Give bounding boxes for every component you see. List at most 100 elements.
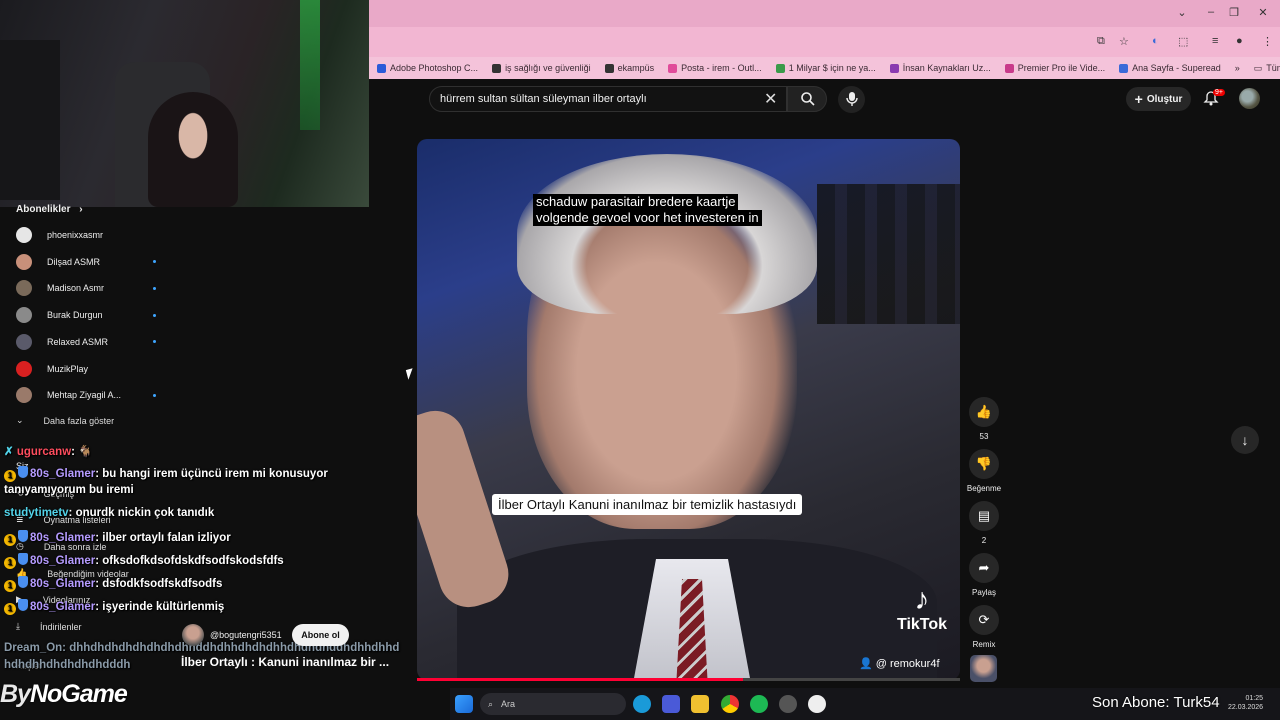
chrome-icon[interactable] — [721, 695, 739, 713]
puzzle-icon[interactable]: ⬚ — [1178, 35, 1188, 48]
all-bookmarks-folder[interactable]: ▭Tüm Yer İşaretleri — [1254, 63, 1280, 74]
new-content-dot — [153, 393, 156, 397]
spotify-icon[interactable] — [750, 695, 768, 713]
edge-icon[interactable] — [633, 695, 651, 713]
subscription-item[interactable]: Relaxed ASMR — [16, 332, 156, 352]
new-content-dot — [153, 286, 156, 290]
shorts-video-player[interactable]: schaduw parasitair bredere kaartje volge… — [417, 139, 960, 680]
tiktok-logo-text: TikTok — [896, 616, 948, 633]
notification-count-badge: 9+ — [1213, 89, 1225, 96]
comments-button[interactable]: ▤ — [969, 501, 999, 531]
chat-text: 🐐 — [78, 446, 93, 458]
file-explorer-icon[interactable] — [691, 695, 709, 713]
subscribe-button[interactable]: Abone ol — [292, 624, 349, 646]
search-icon: ⌕ — [488, 698, 494, 709]
bookmark-favicon-icon — [1004, 63, 1014, 73]
dislike-button[interactable]: 👎 — [969, 449, 999, 479]
subscription-item[interactable]: Burak Durgun — [16, 305, 156, 325]
channel-name[interactable]: @bogutengri5351 — [210, 630, 282, 640]
chevron-down-icon: ⌄ — [16, 415, 24, 425]
star-icon[interactable]: ☆ — [1119, 35, 1129, 48]
downloads-link[interactable]: ⤓ İndirilenler — [16, 621, 82, 632]
subscription-item[interactable]: Dilşad ASMR — [16, 252, 156, 272]
sub-badge-icon: 1 — [4, 470, 16, 482]
video-background-sign — [817, 184, 960, 324]
bookmark-item[interactable]: Premier Pro ile Vide... — [1004, 63, 1106, 73]
next-video-button[interactable]: ↓ — [1231, 426, 1259, 454]
bookmark-favicon-icon — [604, 63, 614, 73]
obs-icon[interactable] — [779, 695, 797, 713]
share-button[interactable]: ➦ — [969, 553, 999, 583]
bookmarks-overflow-button[interactable]: » — [1235, 63, 1240, 73]
chat-username: 80s_Glamer — [30, 601, 96, 613]
install-icon[interactable]: ⧉ — [1097, 35, 1105, 48]
channel-avatar — [16, 280, 32, 297]
chat-text: onurdk nickin çok tanıdık — [75, 507, 215, 519]
channel-avatar — [16, 307, 32, 324]
shield-badge-icon — [18, 466, 28, 478]
clear-search-icon[interactable]: ✕ — [764, 89, 777, 109]
close-button[interactable]: ✕ — [1253, 6, 1273, 19]
minimize-button[interactable]: – — [1201, 6, 1221, 18]
bookmark-favicon-icon — [492, 63, 502, 73]
reading-list-icon[interactable]: ≡ — [1212, 35, 1218, 47]
bookmark-item[interactable]: İnsan Kaynakları Uz... — [889, 63, 991, 73]
bookmark-item[interactable]: ekampüs — [604, 63, 654, 73]
chat-message: 1 80s_Glamer: ofksdofkdsofdskdfsodfskodsf… — [4, 553, 284, 569]
tiktok-note-icon: ♪ — [914, 583, 930, 616]
bookmark-item[interactable]: Adobe Photoshop C... — [377, 63, 478, 73]
profile-icon[interactable]: ● — [1236, 35, 1243, 47]
bookmark-item[interactable]: Ana Sayfa - Superead — [1119, 63, 1221, 73]
channel-avatar — [16, 360, 32, 377]
video-progress-fill — [417, 678, 743, 681]
new-content-dot — [153, 340, 156, 344]
menu-icon[interactable]: ⋮ — [1262, 35, 1273, 48]
chat-message: 1 80s_Glamer: ilber ortaylı falan izliyor — [4, 530, 231, 546]
windows-start-icon[interactable] — [455, 695, 473, 713]
bookmark-label: iş sağlığı ve güvenliği — [505, 63, 591, 73]
search-icon — [801, 92, 815, 106]
subscription-name: Burak Durgun — [47, 310, 103, 321]
search-button[interactable] — [787, 86, 827, 112]
bookmark-favicon-icon — [775, 63, 785, 73]
like-button[interactable]: 👍 — [969, 397, 999, 427]
bookmark-item[interactable]: Posta - irem - Outl... — [668, 63, 762, 73]
store-icon[interactable] — [662, 695, 680, 713]
video-title[interactable]: İlber Ortaylı : Kanuni inanılmaz bir ... — [181, 655, 389, 669]
show-more-label: Daha fazla göster — [43, 415, 115, 426]
subscriptions-heading[interactable]: Abonelikler › — [16, 204, 83, 215]
tab-search-icon[interactable]: ⌄ — [1172, 6, 1192, 19]
taskbar-search[interactable]: ⌕ Ara — [480, 693, 626, 715]
subscription-name: MuzikPlay — [47, 363, 89, 374]
search-input[interactable]: hürrem sultan sültan süleyman ilber orta… — [429, 86, 787, 112]
maximize-button[interactable]: ❐ — [1224, 6, 1244, 19]
shield-badge-icon — [18, 553, 28, 565]
extension-icon[interactable]: ◐ — [1152, 35, 1159, 47]
voice-search-button[interactable] — [838, 86, 865, 113]
bookmark-item[interactable]: iş sağlığı ve güvenliği — [492, 63, 591, 73]
remix-button[interactable]: ⟳ — [969, 605, 999, 635]
sound-thumbnail[interactable] — [970, 655, 997, 682]
caption-top-line: schaduw parasitair bredere kaartje — [533, 194, 739, 210]
chat-username: ugurcanw — [16, 446, 72, 458]
subscription-item[interactable]: MuzikPlay — [16, 359, 156, 379]
shield-badge-icon — [18, 576, 28, 588]
subscription-item[interactable]: Mehtap Ziyagil A... — [16, 385, 156, 405]
clock-date: 22.03.2026 — [1228, 704, 1264, 711]
bookmark-label: Premier Pro ile Vide... — [1017, 63, 1106, 73]
account-avatar[interactable] — [1239, 88, 1260, 109]
channel-avatar[interactable] — [182, 624, 204, 646]
app-icon[interactable] — [808, 695, 826, 713]
bookmark-item[interactable]: 1 Milyar $ için ne ya... — [775, 63, 876, 73]
shield-badge-icon — [18, 599, 28, 611]
chat-text: işyerinde kültürlenmiş — [102, 601, 225, 613]
chevron-right-icon: › — [79, 204, 83, 215]
subscription-item[interactable]: Madison Asmr — [16, 278, 156, 298]
dislike-label: Beğenme — [966, 484, 1002, 493]
subscription-item[interactable]: phoenixxasmr — [16, 225, 156, 245]
taskbar-search-label: Ara — [501, 699, 516, 709]
create-label: Oluştur — [1146, 93, 1183, 105]
show-more-button[interactable]: ⌄ Daha fazla göster — [16, 415, 114, 426]
create-button[interactable]: + Oluştur — [1126, 87, 1191, 111]
bookmarks-bar: Adobe Photoshop C... iş sağlığı ve güvenl… — [369, 57, 1280, 79]
